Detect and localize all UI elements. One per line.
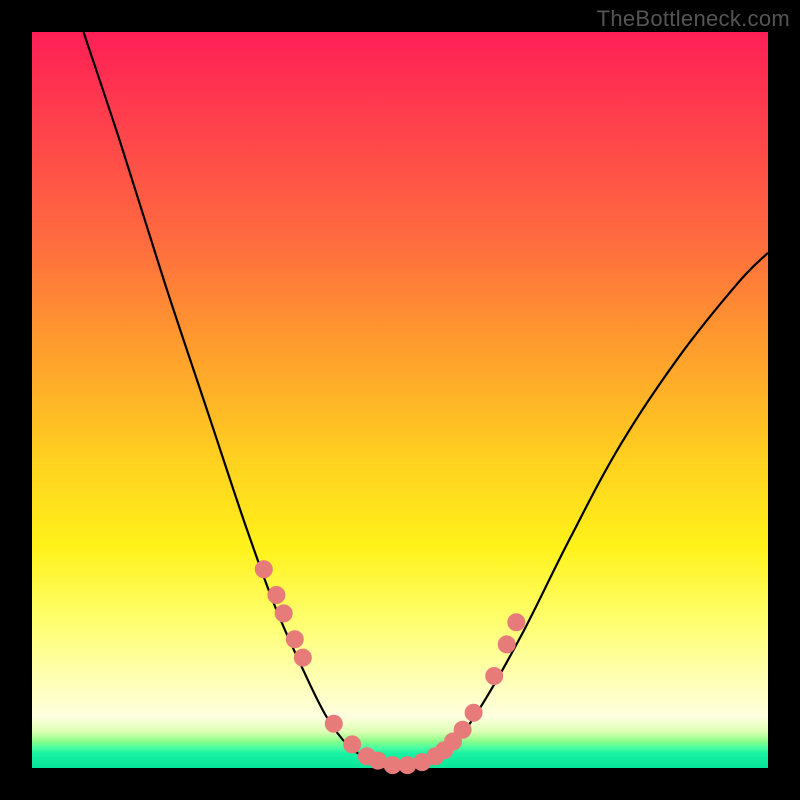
curve-left-branch <box>84 32 371 761</box>
marker-dot <box>294 649 311 666</box>
marker-dot <box>498 636 515 653</box>
marker-dot <box>486 668 503 685</box>
plot-area <box>32 32 768 768</box>
outer-frame: TheBottleneck.com <box>0 0 800 800</box>
marker-dot <box>286 631 303 648</box>
marker-dot <box>399 757 416 774</box>
watermark-text: TheBottleneck.com <box>597 6 790 32</box>
marker-dot <box>255 561 272 578</box>
marker-dots-group <box>255 561 525 774</box>
marker-dot <box>465 704 482 721</box>
marker-dot <box>508 614 525 631</box>
marker-dot <box>268 587 285 604</box>
marker-dot <box>454 721 471 738</box>
curve-right-branch <box>437 253 768 761</box>
marker-dot <box>325 715 342 732</box>
chart-svg <box>32 32 768 768</box>
marker-dot <box>344 736 361 753</box>
marker-dot <box>275 605 292 622</box>
